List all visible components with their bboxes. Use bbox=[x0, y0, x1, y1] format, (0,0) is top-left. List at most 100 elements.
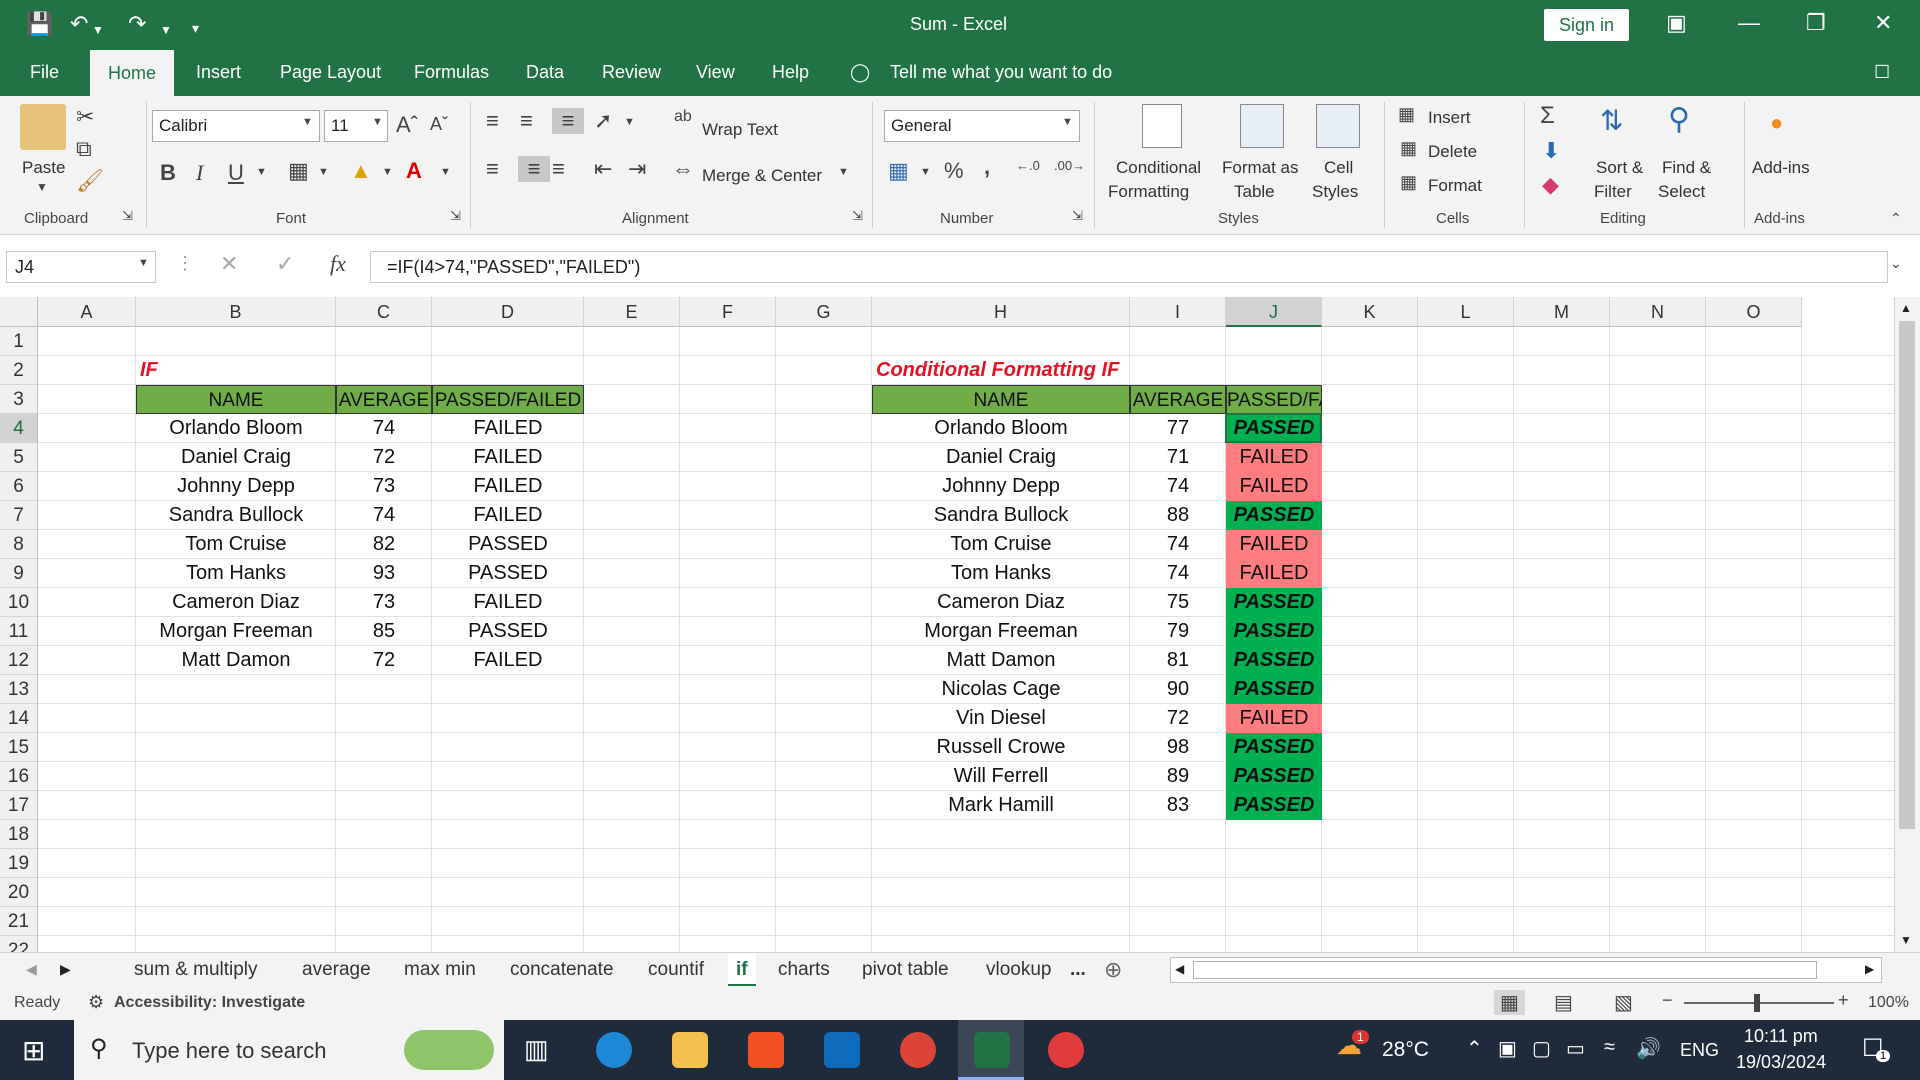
average-cell[interactable]: 72 bbox=[336, 646, 432, 675]
tab-home[interactable]: Home bbox=[90, 50, 175, 96]
orientation-icon[interactable]: ➚ bbox=[594, 108, 612, 134]
name-box-dropdown-icon[interactable]: ▼ bbox=[138, 257, 149, 269]
bold-button[interactable]: B bbox=[160, 160, 176, 186]
average-cell[interactable]: 82 bbox=[336, 530, 432, 559]
tab-data[interactable]: Data bbox=[526, 62, 564, 83]
font-color-icon[interactable]: A bbox=[406, 158, 422, 184]
undo-icon[interactable]: ↶ bbox=[70, 10, 88, 38]
clipboard-launcher-icon[interactable]: ⇲ bbox=[122, 208, 133, 224]
table-header-cell[interactable]: AVERAGE bbox=[1130, 385, 1226, 414]
normal-view-icon[interactable]: ▦ bbox=[1494, 990, 1525, 1015]
next-sheet-icon[interactable]: ▶ bbox=[60, 961, 71, 978]
result-cell[interactable]: PASSED bbox=[432, 559, 584, 588]
paste-dropdown-icon[interactable]: ▼ bbox=[36, 180, 48, 194]
add-ins-button[interactable]: Add-ins bbox=[1752, 158, 1810, 178]
tab-page-layout[interactable]: Page Layout bbox=[280, 62, 381, 83]
result-cell[interactable]: FAILED bbox=[432, 472, 584, 501]
result-cell[interactable]: PASSED bbox=[1226, 762, 1322, 791]
table-header-cell[interactable]: NAME bbox=[872, 385, 1130, 414]
row-header[interactable]: 2 bbox=[0, 356, 38, 385]
name-cell[interactable]: Sandra Bullock bbox=[872, 501, 1130, 530]
excel-taskbar-button[interactable] bbox=[958, 1020, 1024, 1080]
name-cell[interactable]: Johnny Depp bbox=[136, 472, 336, 501]
column-header[interactable]: D bbox=[432, 297, 584, 327]
row-header[interactable]: 14 bbox=[0, 704, 38, 733]
result-cell[interactable]: FAILED bbox=[432, 588, 584, 617]
redo-icon[interactable]: ↷ bbox=[128, 10, 146, 38]
delete-cells-button[interactable]: Delete bbox=[1428, 142, 1477, 162]
sheet-tab[interactable]: pivot table bbox=[862, 959, 949, 981]
pokeball-app-icon[interactable] bbox=[1048, 1032, 1084, 1068]
sheet-tab-active[interactable]: if bbox=[728, 953, 756, 987]
average-cell[interactable]: 74 bbox=[1130, 559, 1226, 588]
name-cell[interactable]: Daniel Craig bbox=[136, 443, 336, 472]
zoom-out-icon[interactable]: − bbox=[1662, 990, 1673, 1011]
average-cell[interactable]: 74 bbox=[1130, 472, 1226, 501]
close-icon[interactable]: ✕ bbox=[1874, 10, 1892, 36]
borders-icon[interactable]: ▦ bbox=[288, 158, 309, 184]
cell-styles-label[interactable]: Cell bbox=[1324, 158, 1353, 178]
name-cell[interactable]: Matt Damon bbox=[872, 646, 1130, 675]
copy-icon[interactable]: ⧉ bbox=[76, 136, 92, 162]
conditional-formatting-icon[interactable] bbox=[1142, 104, 1182, 148]
restore-icon[interactable]: ❐ bbox=[1806, 10, 1826, 36]
average-cell[interactable]: 79 bbox=[1130, 617, 1226, 646]
decrease-font-icon[interactable]: Aˇ bbox=[430, 114, 448, 135]
name-cell[interactable]: Sandra Bullock bbox=[136, 501, 336, 530]
italic-button[interactable]: I bbox=[196, 160, 203, 186]
align-bottom-icon[interactable]: ≡ bbox=[552, 108, 584, 134]
result-cell[interactable]: FAILED bbox=[432, 501, 584, 530]
tab-view[interactable]: View bbox=[696, 62, 735, 83]
column-header[interactable]: A bbox=[38, 297, 136, 327]
tab-review[interactable]: Review bbox=[602, 62, 661, 83]
row-header[interactable]: 11 bbox=[0, 617, 38, 646]
format-cells-button[interactable]: Format bbox=[1428, 176, 1482, 196]
name-cell[interactable]: Johnny Depp bbox=[872, 472, 1130, 501]
result-cell[interactable]: FAILED bbox=[432, 443, 584, 472]
align-middle-icon[interactable]: ≡ bbox=[520, 108, 533, 134]
h-scroll-thumb[interactable] bbox=[1193, 961, 1817, 979]
number-format-dropdown-icon[interactable]: ▼ bbox=[1062, 116, 1073, 128]
cell-styles-icon[interactable] bbox=[1316, 104, 1360, 148]
fill-icon[interactable]: ⬇ bbox=[1542, 138, 1560, 164]
column-header[interactable]: L bbox=[1418, 297, 1514, 327]
font-name-dropdown-icon[interactable]: ▼ bbox=[302, 116, 313, 128]
row-header[interactable]: 9 bbox=[0, 559, 38, 588]
result-cell[interactable]: FAILED bbox=[432, 414, 584, 443]
name-cell[interactable]: Will Ferrell bbox=[872, 762, 1130, 791]
confirm-entry-icon[interactable]: ✓ bbox=[276, 251, 294, 277]
name-cell[interactable]: Russell Crowe bbox=[872, 733, 1130, 762]
file-explorer-icon[interactable] bbox=[672, 1032, 708, 1068]
column-header[interactable]: G bbox=[776, 297, 872, 327]
paste-button[interactable]: Paste bbox=[22, 158, 65, 178]
average-cell[interactable]: 83 bbox=[1130, 791, 1226, 820]
sign-in-button[interactable]: Sign in bbox=[1544, 9, 1629, 41]
font-name-combo[interactable]: Calibri bbox=[152, 110, 320, 142]
collapse-ribbon-icon[interactable]: ⌃ bbox=[1890, 210, 1902, 227]
name-cell[interactable]: Orlando Bloom bbox=[872, 414, 1130, 443]
sort-filter-label2[interactable]: Filter bbox=[1594, 182, 1632, 202]
row-header[interactable]: 5 bbox=[0, 443, 38, 472]
average-cell[interactable]: 77 bbox=[1130, 414, 1226, 443]
result-cell[interactable]: FAILED bbox=[1226, 443, 1322, 472]
prev-sheet-icon[interactable]: ◀ bbox=[26, 961, 37, 978]
sort-filter-label[interactable]: Sort & bbox=[1596, 158, 1643, 178]
align-top-icon[interactable]: ≡ bbox=[486, 108, 499, 134]
insert-function-icon[interactable]: fx bbox=[330, 251, 346, 277]
column-header[interactable]: K bbox=[1322, 297, 1418, 327]
table-header-cell[interactable]: PASSED/FAILED bbox=[432, 385, 584, 414]
scroll-up-icon[interactable]: ▲ bbox=[1900, 301, 1912, 315]
volume-icon[interactable]: 🔊 bbox=[1636, 1036, 1661, 1061]
average-cell[interactable]: 71 bbox=[1130, 443, 1226, 472]
result-cell[interactable]: PASSED bbox=[1226, 501, 1322, 530]
row-header[interactable]: 13 bbox=[0, 675, 38, 704]
name-cell[interactable]: Tom Cruise bbox=[872, 530, 1130, 559]
table-header-cell[interactable]: NAME bbox=[136, 385, 336, 414]
more-sheets-button[interactable]: ... bbox=[1070, 959, 1086, 981]
comments-icon[interactable]: ☐ bbox=[1874, 62, 1890, 83]
worksheet-grid[interactable]: ABCDEFGHIJKLMNO 1 2 3 4 5 6 7 8 9 10 11 12 13 14 15 16 1… bbox=[0, 297, 1920, 952]
zoom-in-icon[interactable]: + bbox=[1838, 990, 1849, 1011]
task-view-icon[interactable]: ▥ bbox=[524, 1034, 549, 1065]
conditional-formatting-label2[interactable]: Formatting bbox=[1108, 182, 1189, 202]
edge-icon[interactable] bbox=[596, 1032, 632, 1068]
